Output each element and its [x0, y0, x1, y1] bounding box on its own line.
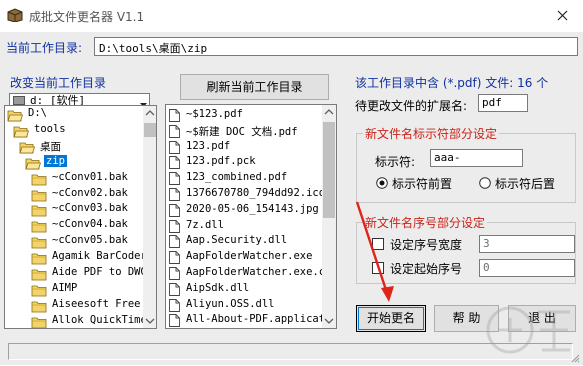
file-list-item-label: AapFolderWatcher.exe	[186, 250, 313, 263]
tag-group-title: 新文件名标示符部分设定	[363, 125, 500, 142]
file-icon	[169, 251, 180, 265]
folder-tree-item-label: Aiseesoft Free Vi	[52, 297, 157, 310]
file-list-item-label: AapFolderWatcher.exe.co	[186, 266, 332, 278]
main-window: 成批文件更名器 V1.1 当前工作目录: D:\tools\桌面\zip 改变当…	[0, 0, 583, 365]
file-icon	[169, 267, 180, 280]
scroll-up-icon[interactable]	[322, 105, 336, 119]
folder-icon	[31, 174, 47, 186]
file-icon	[169, 109, 180, 122]
start-rename-button[interactable]: 开始更名	[356, 305, 426, 332]
scroll-down-icon[interactable]	[143, 314, 156, 328]
folder-icon	[31, 317, 47, 328]
file-list-item-label: All-About-PDF.applicati	[186, 313, 332, 326]
folder-tree-item-label: ~cConv05.bak	[52, 234, 128, 247]
folder-tree-item-label: 桌面	[40, 140, 61, 153]
folder-icon	[31, 237, 47, 249]
window-title: 成批文件更名器 V1.1	[29, 10, 145, 24]
ext-label: 待更改文件的扩展名:	[355, 99, 468, 113]
file-icon	[169, 140, 180, 154]
file-icon	[169, 188, 180, 201]
file-list-item-label: 123.pdf	[186, 139, 231, 152]
folder-tree-item-label: zip	[44, 154, 67, 167]
tag-label: 标示符:	[375, 155, 416, 169]
folder-icon	[31, 285, 47, 297]
file-icon	[169, 314, 180, 328]
folder-open-icon	[7, 110, 24, 122]
folder-tree-item-label: Agamik BarCoder	[52, 250, 147, 263]
radio-checked-icon	[376, 177, 388, 189]
file-list-item-label: 2020-05-06_154143.jpg	[186, 202, 319, 215]
change-dir-label: 改变当前工作目录	[10, 76, 107, 90]
folder-icon	[31, 190, 47, 202]
folder-tree-item-label: ~cConv04.bak	[52, 218, 128, 231]
refresh-dir-button[interactable]: 刷新当前工作目录	[180, 74, 329, 100]
folder-icon	[31, 269, 47, 281]
close-icon	[557, 10, 568, 21]
file-icon	[169, 282, 180, 296]
folder-tree-item-label: ~cConv02.bak	[52, 186, 128, 199]
folder-tree-item-label: ~cConv03.bak	[52, 202, 128, 215]
file-icon	[169, 124, 180, 138]
current-dir-field[interactable]: D:\tools\桌面\zip	[94, 37, 578, 56]
pdf-count-label: 该工作目录中含 (*.pdf) 文件: 16 个	[355, 76, 549, 90]
file-list-item-label: 1376670780_794dd92.ico	[186, 187, 326, 199]
path-row: 当前工作目录: D:\tools\桌面\zip	[0, 36, 583, 58]
file-list-item-label: 123.pdf.pck	[186, 155, 256, 168]
folder-tree-item-label: Allok QuickTime t	[52, 313, 157, 326]
tag-input[interactable]: aaa-	[430, 149, 523, 167]
scroll-down-icon[interactable]	[322, 314, 336, 328]
file-icon	[169, 203, 180, 217]
folder-open-icon	[19, 142, 36, 154]
drive-icon	[13, 96, 25, 105]
seq-start-label: 设定起始序号	[390, 262, 463, 276]
folder-tree[interactable]: Allok QuickTime t Aiseesoft Free Vi AIMP Ai…	[4, 105, 157, 329]
file-list-item-label: ~$新建 DOC 文档.pdf	[186, 125, 298, 138]
folder-tree-item-label: ~cConv01.bak	[52, 170, 128, 183]
title-bar: 成批文件更名器 V1.1	[0, 0, 583, 32]
file-list-item-label: Aliyun.OSS.dll	[186, 297, 275, 310]
radio-tag-back-label: 标示符后置	[495, 177, 556, 191]
seq-group-title: 新文件名序号部分设定	[363, 214, 488, 231]
folder-icon	[31, 301, 47, 313]
file-list-item-label: Aap.Security.dll	[186, 234, 288, 247]
folder-tree-item-label: tools	[34, 122, 66, 135]
folder-tree-scrollbar[interactable]	[143, 106, 156, 328]
app-icon	[7, 8, 23, 23]
radio-unchecked-icon	[479, 177, 491, 189]
folder-open-icon	[13, 126, 30, 138]
seq-width-input[interactable]: 3	[479, 235, 575, 253]
file-list-item-label: 123_combined.pdf	[186, 171, 288, 184]
file-icon	[169, 235, 180, 249]
watermark-logo	[470, 300, 580, 362]
folder-tree-item-label: D:\	[28, 107, 47, 119]
folder-icon	[31, 253, 47, 265]
radio-tag-front-label: 标示符前置	[392, 177, 453, 191]
folder-icon	[31, 221, 47, 233]
file-list[interactable]: All-About-PDF.applicati Aliyun.OSS.dll Aip…	[165, 104, 337, 329]
folder-open-icon	[25, 158, 42, 170]
file-icon	[169, 172, 180, 186]
seq-start-input[interactable]: 0	[479, 259, 575, 277]
file-icon	[169, 219, 180, 233]
checkbox-icon	[372, 238, 384, 250]
ext-input[interactable]: pdf	[478, 94, 528, 112]
file-list-item-label: 7z.dll	[186, 218, 224, 231]
file-icon	[169, 298, 180, 312]
file-list-scrollbar[interactable]	[322, 105, 336, 328]
seq-width-label: 设定序号宽度	[390, 238, 463, 252]
checkbox-icon	[372, 262, 384, 274]
scroll-thumb[interactable]	[323, 122, 335, 218]
folder-tree-item-label: AIMP	[52, 281, 78, 294]
scroll-up-icon[interactable]	[143, 106, 156, 120]
folder-icon	[31, 205, 47, 217]
file-icon	[169, 156, 180, 170]
file-list-item-label: AipSdk.dll	[186, 281, 250, 294]
file-list-item-label: ~$123.pdf	[186, 108, 243, 120]
close-button[interactable]	[551, 4, 575, 28]
scroll-thumb[interactable]	[144, 123, 156, 137]
folder-tree-item-label: Aide PDF to DWG C	[52, 266, 157, 278]
current-dir-label: 当前工作目录:	[6, 41, 83, 55]
